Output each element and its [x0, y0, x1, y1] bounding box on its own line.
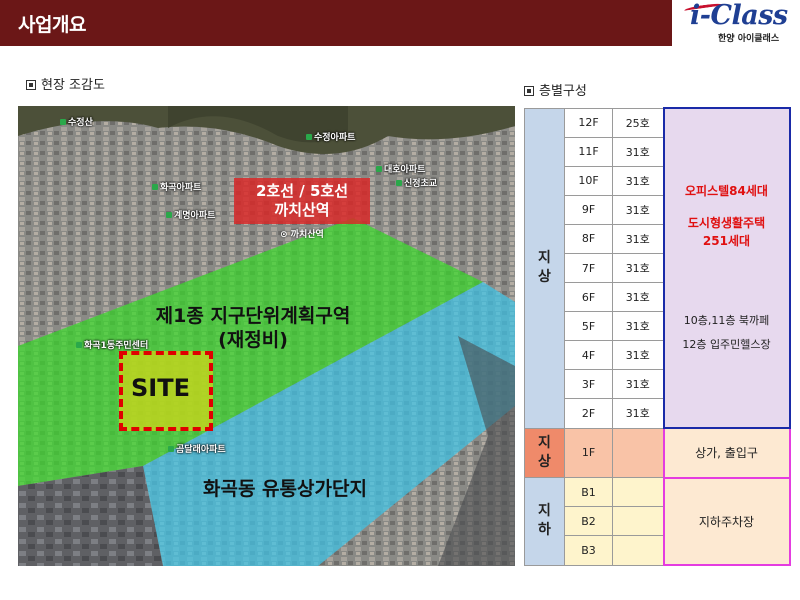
logo-text: i-Class	[690, 0, 788, 31]
units-cell: 31호	[612, 252, 664, 284]
map-marker-icon	[168, 446, 174, 452]
floor-cell: 1F	[564, 427, 613, 479]
map-label-apt-5: 곰달래아파트	[168, 442, 226, 455]
map-marker-icon	[376, 166, 382, 172]
group-basement: 지 하	[524, 477, 565, 566]
units-cell: 31호	[612, 165, 664, 196]
section-label-aerial: 현장 조감도	[26, 74, 105, 93]
floor-cell: B3	[564, 535, 613, 566]
units-cell: 31호	[612, 136, 664, 167]
units-cell	[612, 427, 664, 479]
units-cell	[612, 535, 664, 566]
map-label-apt-2: 대호아파트	[376, 162, 425, 175]
station-pin: ⊙ 까치산역	[280, 230, 324, 240]
map-marker-icon	[76, 342, 82, 348]
map-marker-icon	[152, 184, 158, 190]
map-label-apt-4: 계명아파트	[166, 208, 215, 221]
use-basement-cell: 지하주차장	[662, 476, 791, 567]
floor-cell: 11F	[564, 136, 613, 167]
units-cell: 31호	[612, 282, 664, 313]
section-label-floors: 층별구성	[524, 80, 587, 99]
zone-note: (재정비)	[218, 329, 288, 351]
group-above-ground: 지 상	[524, 107, 565, 429]
map-marker-icon	[166, 212, 172, 218]
section-label-aerial-text: 현장 조감도	[41, 78, 105, 93]
station-name: 까치산역	[274, 201, 330, 219]
zone-title: 제1종 지구단위계획구역 (재정비)	[108, 304, 398, 352]
table-row: 지 상 1F 상가, 출입구	[524, 427, 791, 479]
floor-cell: B2	[564, 506, 613, 537]
floor-cell: 4F	[564, 340, 613, 371]
station-lines: 2호선 / 5호선	[256, 182, 348, 200]
floor-cell: 10F	[564, 165, 613, 196]
floor-cell: B1	[564, 477, 613, 508]
section-label-floors-text: 층별구성	[539, 84, 587, 99]
aerial-photo: 수정산 수정아파트 대호아파트 화곡아파트 신정초교 계명아파트 화곡1동주민센…	[18, 106, 515, 566]
site-label: SITE	[131, 374, 190, 402]
floor-cell: 12F	[564, 107, 613, 138]
map-marker-icon	[306, 134, 312, 140]
units-cell	[612, 506, 664, 537]
floor-cell: 6F	[564, 282, 613, 313]
floor-table: 지 상 12F 25호 오피스텔84세대 도시형생활주택 251세대 10층,1…	[524, 106, 791, 567]
floor-cell: 5F	[564, 311, 613, 342]
table-row: 지 상 12F 25호 오피스텔84세대 도시형생활주택 251세대 10층,1…	[524, 106, 791, 430]
map-marker-icon	[60, 119, 66, 125]
units-cell: 31호	[612, 223, 664, 254]
units-cell: 31호	[612, 369, 664, 400]
units-cell: 25호	[612, 107, 664, 138]
bullet-square-icon	[26, 80, 36, 90]
use-commercial-cell: 상가, 출입구	[662, 427, 791, 479]
brand-logo: i-Class 한양 아이클래스	[672, 0, 800, 46]
zone-name: 제1종 지구단위계획구역	[155, 305, 351, 327]
units-cell: 31호	[612, 311, 664, 342]
floor-cell: 8F	[564, 223, 613, 254]
map-label-school: 신정초교	[396, 176, 437, 189]
district-label: 화곡동 유통상가단지	[203, 478, 367, 500]
logo-subtitle: 한양 아이클래스	[718, 34, 780, 44]
units-cell: 31호	[612, 398, 664, 429]
use-office-cell: 오피스텔84세대 도시형생활주택 251세대 10층,11층 북까페 12층 입…	[662, 106, 791, 430]
floor-cell: 3F	[564, 369, 613, 400]
floor-cell: 7F	[564, 252, 613, 284]
station-label-box: 2호선 / 5호선 까치산역	[234, 178, 370, 224]
bullet-square-icon	[524, 86, 534, 96]
group-commercial: 지 상	[524, 427, 565, 479]
page-title: 사업개요	[18, 14, 86, 36]
header-bar: 사업개요 i-Class 한양 아이클래스	[0, 0, 800, 46]
map-marker-icon	[396, 180, 402, 186]
units-cell	[612, 477, 664, 508]
map-label-apt-1: 수정아파트	[306, 130, 355, 143]
map-label-apt-3: 화곡아파트	[152, 180, 201, 193]
map-label-mountain: 수정산	[60, 115, 93, 128]
floor-cell: 9F	[564, 194, 613, 225]
table-row: 지 하 B1 지하주차장	[524, 476, 791, 567]
units-cell: 31호	[612, 340, 664, 371]
units-cell: 31호	[612, 194, 664, 225]
floor-cell: 2F	[564, 398, 613, 429]
